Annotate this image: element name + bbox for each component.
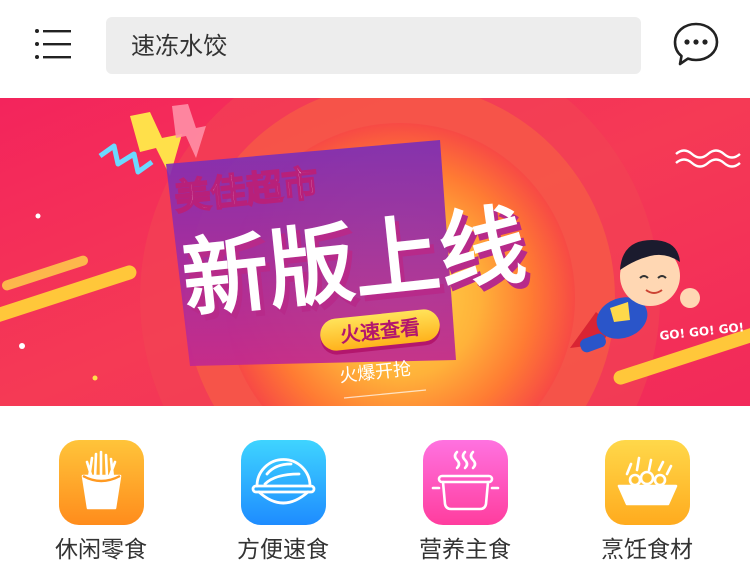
category-label: 营养主食 [419, 537, 511, 563]
chat-bubble-icon[interactable] [672, 21, 720, 67]
basket-icon [605, 440, 690, 525]
category-staple-food[interactable]: 营养主食 [385, 440, 545, 570]
hamburger-menu-icon[interactable] [32, 24, 76, 64]
category-snacks[interactable]: 休闲零食 [21, 440, 181, 570]
fries-icon [59, 440, 144, 525]
promo-banner[interactable]: 美佳超市 新版上线 新版上线 火速查看 火爆开抢 GO! GO! GO! [0, 98, 750, 406]
search-input[interactable]: 速冻水饺 [106, 17, 641, 74]
category-grid: 休闲零食 方便速食 营养主食 烹饪食材 [0, 406, 750, 578]
category-cooking-ingredients[interactable]: 烹饪食材 [567, 440, 727, 570]
category-label: 方便速食 [237, 537, 329, 563]
bowl-icon [241, 440, 326, 525]
search-value: 速冻水饺 [131, 32, 227, 60]
category-label: 烹饪食材 [601, 537, 693, 563]
category-label: 休闲零食 [55, 537, 147, 563]
pot-icon [423, 440, 508, 525]
category-instant-food[interactable]: 方便速食 [203, 440, 363, 570]
top-bar: 速冻水饺 [0, 0, 750, 98]
